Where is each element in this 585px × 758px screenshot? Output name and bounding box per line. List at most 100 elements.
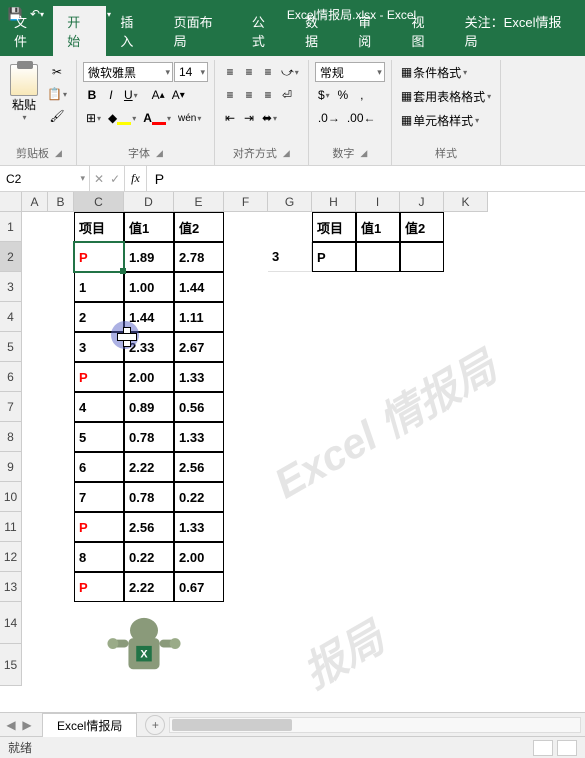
- cell-J2[interactable]: [400, 242, 444, 272]
- align-middle-button[interactable]: ≡: [240, 62, 258, 82]
- sheet-nav-prev-icon[interactable]: ◀: [4, 718, 18, 732]
- row-header-7[interactable]: 7: [0, 392, 22, 422]
- phonetic-button[interactable]: wén▾: [175, 108, 204, 128]
- col-header-I[interactable]: I: [356, 192, 400, 212]
- font-size-combo[interactable]: 14: [174, 62, 208, 82]
- cell-D1[interactable]: 值1: [124, 212, 174, 242]
- cell-I2[interactable]: [356, 242, 400, 272]
- row-header-5[interactable]: 5: [0, 332, 22, 362]
- cell-E11[interactable]: 1.33: [174, 512, 224, 542]
- col-header-K[interactable]: K: [444, 192, 488, 212]
- col-header-F[interactable]: F: [224, 192, 268, 212]
- cell-H2[interactable]: P: [312, 242, 356, 272]
- cell-C2[interactable]: P: [74, 242, 124, 272]
- select-all-corner[interactable]: [0, 192, 22, 212]
- row-header-14[interactable]: 14: [0, 602, 22, 644]
- sheet-nav-next-icon[interactable]: ▶: [20, 718, 34, 732]
- enter-formula-icon[interactable]: ✓: [110, 172, 120, 186]
- row-header-4[interactable]: 4: [0, 302, 22, 332]
- increase-indent-button[interactable]: ⇥: [240, 108, 258, 128]
- tab-data[interactable]: 数据: [291, 6, 344, 56]
- decrease-indent-button[interactable]: ⇤: [221, 108, 239, 128]
- font-name-combo[interactable]: 微软雅黑: [83, 62, 173, 82]
- bold-button[interactable]: B: [83, 85, 101, 105]
- percent-button[interactable]: %: [334, 85, 352, 105]
- col-header-C[interactable]: C: [74, 192, 124, 212]
- italic-button[interactable]: I: [102, 85, 120, 105]
- row-header-2[interactable]: 2: [0, 242, 22, 272]
- cell-D6[interactable]: 2.00: [124, 362, 174, 392]
- clipboard-launcher-icon[interactable]: ◢: [55, 148, 62, 159]
- cell-E10[interactable]: 0.22: [174, 482, 224, 512]
- cell-E2[interactable]: 2.78: [174, 242, 224, 272]
- align-bottom-button[interactable]: ≡: [259, 62, 277, 82]
- cell-D10[interactable]: 0.78: [124, 482, 174, 512]
- format-as-table-button[interactable]: ▦ 套用表格格式▾: [398, 86, 494, 106]
- cell-C3[interactable]: 1: [74, 272, 124, 302]
- cell-E3[interactable]: 1.44: [174, 272, 224, 302]
- cell-E1[interactable]: 值2: [174, 212, 224, 242]
- horizontal-scrollbar[interactable]: [169, 717, 581, 733]
- row-header-13[interactable]: 13: [0, 572, 22, 602]
- cell-E4[interactable]: 1.11: [174, 302, 224, 332]
- tab-view[interactable]: 视图: [397, 6, 450, 56]
- col-header-J[interactable]: J: [400, 192, 444, 212]
- row-header-11[interactable]: 11: [0, 512, 22, 542]
- cell-G2[interactable]: 3: [268, 242, 312, 272]
- decrease-decimal-button[interactable]: .00←: [344, 108, 379, 128]
- fx-icon[interactable]: fx: [125, 166, 147, 191]
- align-launcher-icon[interactable]: ◢: [283, 148, 290, 159]
- name-box[interactable]: C2: [0, 166, 90, 191]
- cell-D9[interactable]: 2.22: [124, 452, 174, 482]
- row-header-3[interactable]: 3: [0, 272, 22, 302]
- col-header-E[interactable]: E: [174, 192, 224, 212]
- cell-D11[interactable]: 2.56: [124, 512, 174, 542]
- accounting-button[interactable]: $▾: [315, 85, 333, 105]
- cell-C11[interactable]: P: [74, 512, 124, 542]
- row-header-8[interactable]: 8: [0, 422, 22, 452]
- cell-E5[interactable]: 2.67: [174, 332, 224, 362]
- worksheet-grid[interactable]: ABCDEFGHIJK 123456789101112131415 项目值1值2…: [0, 192, 585, 712]
- cell-C9[interactable]: 6: [74, 452, 124, 482]
- decrease-font-button[interactable]: A▾: [169, 85, 188, 105]
- orientation-button[interactable]: ⤻▾: [278, 62, 302, 82]
- cell-D8[interactable]: 0.78: [124, 422, 174, 452]
- col-header-B[interactable]: B: [48, 192, 74, 212]
- paste-button[interactable]: 粘贴 ▾: [8, 62, 40, 124]
- tab-page-layout[interactable]: 页面布局: [160, 6, 238, 56]
- increase-font-button[interactable]: A▴: [149, 85, 168, 105]
- col-header-D[interactable]: D: [124, 192, 174, 212]
- normal-view-button[interactable]: [533, 740, 553, 756]
- fill-color-button[interactable]: ◆▾: [105, 108, 139, 128]
- cell-C10[interactable]: 7: [74, 482, 124, 512]
- tab-custom[interactable]: 关注：Excel情报局: [451, 6, 585, 56]
- col-header-G[interactable]: G: [268, 192, 312, 212]
- copy-button[interactable]: 📋▾: [44, 84, 70, 104]
- page-layout-view-button[interactable]: [557, 740, 577, 756]
- cell-C1[interactable]: 项目: [74, 212, 124, 242]
- number-format-combo[interactable]: 常规: [315, 62, 385, 82]
- cell-E9[interactable]: 2.56: [174, 452, 224, 482]
- cell-styles-button[interactable]: ▦ 单元格样式▾: [398, 110, 482, 130]
- add-sheet-button[interactable]: +: [145, 715, 165, 735]
- cell-D7[interactable]: 0.89: [124, 392, 174, 422]
- cell-C13[interactable]: P: [74, 572, 124, 602]
- cell-E13[interactable]: 0.67: [174, 572, 224, 602]
- cell-C6[interactable]: P: [74, 362, 124, 392]
- row-header-1[interactable]: 1: [0, 212, 22, 242]
- row-header-10[interactable]: 10: [0, 482, 22, 512]
- tab-insert[interactable]: 插入: [106, 6, 159, 56]
- row-header-12[interactable]: 12: [0, 542, 22, 572]
- wrap-text-button[interactable]: ⏎: [278, 85, 296, 105]
- formula-input[interactable]: P: [147, 166, 585, 191]
- increase-decimal-button[interactable]: .0→: [315, 108, 343, 128]
- cell-J1[interactable]: 值2: [400, 212, 444, 242]
- row-header-9[interactable]: 9: [0, 452, 22, 482]
- font-color-button[interactable]: A▾: [140, 108, 174, 128]
- cancel-formula-icon[interactable]: ✕: [94, 172, 104, 186]
- align-top-button[interactable]: ≡: [221, 62, 239, 82]
- align-left-button[interactable]: ≡: [221, 85, 239, 105]
- cell-I1[interactable]: 值1: [356, 212, 400, 242]
- cell-D13[interactable]: 2.22: [124, 572, 174, 602]
- cut-button[interactable]: ✂: [44, 62, 70, 82]
